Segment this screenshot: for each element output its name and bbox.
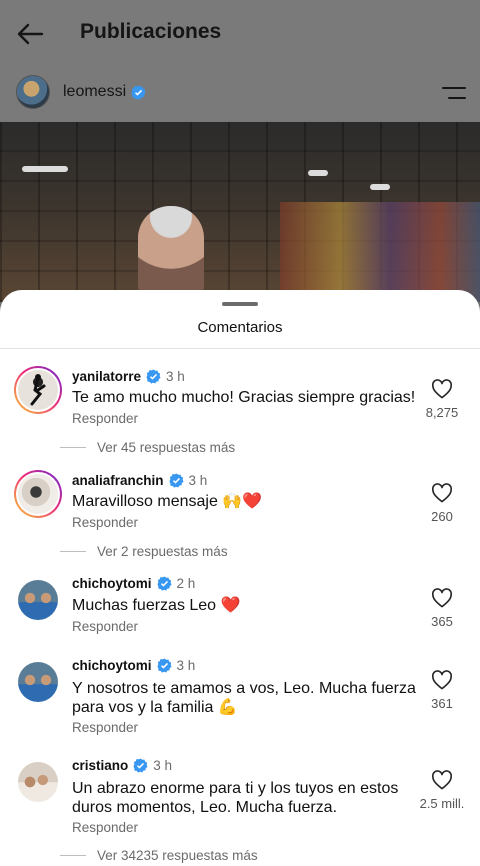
heart-icon (431, 770, 453, 790)
top-bar: Publicaciones leomessi (0, 0, 480, 122)
comment-text: Muchas fuerzas Leo ❤️ (72, 597, 241, 614)
comment-time: 3 h (166, 369, 185, 384)
like-button[interactable]: 260 (420, 483, 464, 524)
like-count: 365 (431, 614, 453, 629)
like-count: 2.5 mill. (419, 796, 465, 811)
like-button[interactable]: 365 (420, 588, 464, 629)
view-more-replies-label[interactable]: Ver 34235 respuestas más (97, 848, 258, 863)
comment-username[interactable]: yanilatorre (72, 369, 141, 384)
comment-item: analiafranchin 3 h Maravilloso mensaje 🙌… (0, 470, 480, 570)
comment-time: 3 h (153, 758, 173, 773)
photo-light (22, 166, 68, 172)
verified-badge-icon (131, 84, 146, 100)
like-button[interactable]: 8,275 (420, 379, 464, 420)
like-count: 260 (431, 509, 453, 524)
avatar[interactable] (18, 762, 58, 802)
comment-item: yanilatorre 3 h Te amo mucho mucho! Grac… (0, 366, 480, 466)
menu-icon (442, 87, 466, 99)
comment-time: 3 h (176, 658, 196, 673)
photo-light (370, 184, 390, 190)
photo-flags (280, 202, 480, 302)
comment-username[interactable]: chichoytomi (72, 576, 152, 591)
comment-text: Maravilloso mensaje 🙌❤️ (72, 493, 263, 510)
reply-button[interactable]: Responder (72, 411, 138, 426)
comment-time: 3 h (188, 473, 208, 488)
comment-username[interactable]: chichoytomi (72, 658, 152, 673)
reply-button[interactable]: Responder (72, 619, 138, 634)
comment-item: cristiano 3 h Un abrazo enorme para ti y… (0, 758, 480, 866)
verified-badge-icon (156, 658, 172, 673)
arrow-left-icon (17, 23, 44, 45)
verified-badge-icon (146, 369, 161, 384)
like-button[interactable]: 361 (420, 670, 464, 711)
like-button[interactable]: 2.5 mill. (412, 770, 472, 811)
reply-button[interactable]: Responder (72, 820, 138, 835)
avatar[interactable] (14, 470, 62, 518)
comment-text: Un abrazo enorme para ti y los tuyos en … (72, 780, 399, 816)
like-count: 8,275 (425, 405, 459, 420)
avatar[interactable] (18, 580, 58, 620)
comment-text: Te amo mucho mucho! Gracias siempre grac… (72, 389, 416, 406)
avatar[interactable] (18, 662, 58, 702)
view-more-replies[interactable]: Ver 2 respuestas más (60, 544, 228, 559)
divider (60, 447, 86, 448)
heart-icon (431, 670, 453, 690)
reply-button[interactable]: Responder (72, 720, 138, 735)
reply-button[interactable]: Responder (72, 515, 138, 530)
heart-icon (431, 379, 453, 399)
verified-badge-icon (169, 473, 184, 488)
comment-username[interactable]: cristiano (72, 758, 128, 773)
verified-badge-icon (156, 576, 172, 591)
photo-person (138, 206, 204, 296)
post-author[interactable]: leomessi (16, 74, 146, 110)
sheet-drag-handle[interactable] (222, 302, 258, 306)
heart-icon (431, 588, 453, 608)
comment-text: Y nosotros te amamos a vos, Leo. Mucha f… (72, 680, 416, 716)
verified-badge-icon (133, 758, 148, 773)
author-username[interactable]: leomessi (63, 83, 126, 101)
sheet-title: Comentarios (197, 319, 283, 336)
post-photo[interactable] (0, 122, 480, 302)
comment-item: chichoytomi 3 h Y nosotros te amamos a v… (0, 658, 480, 742)
view-more-replies-label[interactable]: Ver 45 respuestas más (97, 440, 235, 455)
photo-light (308, 170, 328, 176)
divider (60, 855, 86, 856)
back-button[interactable] (14, 18, 46, 50)
view-more-replies[interactable]: Ver 45 respuestas más (60, 440, 235, 455)
menu-button[interactable] (442, 84, 466, 102)
author-avatar[interactable] (16, 75, 50, 109)
divider (60, 551, 86, 552)
divider (0, 348, 480, 349)
comment-time: 2 h (176, 576, 196, 591)
heart-icon (431, 483, 453, 503)
view-more-replies[interactable]: Ver 34235 respuestas más (60, 848, 258, 863)
view-more-replies-label[interactable]: Ver 2 respuestas más (97, 544, 228, 559)
comments-sheet: Comentarios yanilatorre 3 h Te amo mucho… (0, 290, 480, 866)
comment-item: chichoytomi 2 h Muchas fuerzas Leo ❤️ Re… (0, 576, 480, 640)
page-title: Publicaciones (80, 20, 222, 43)
avatar[interactable] (14, 366, 62, 414)
like-count: 361 (431, 696, 453, 711)
comment-username[interactable]: analiafranchin (72, 473, 164, 488)
